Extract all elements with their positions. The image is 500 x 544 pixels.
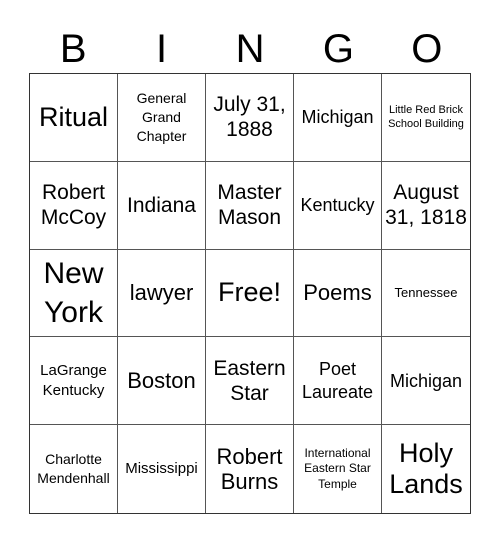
bingo-cell: lawyer bbox=[118, 249, 206, 338]
bingo-cell: Mississippi bbox=[118, 425, 206, 513]
bingo-cell: Robert McCoy bbox=[30, 161, 118, 250]
bingo-cell: Kentucky bbox=[294, 161, 382, 250]
bingo-cell: Poet Laureate bbox=[294, 337, 382, 426]
bingo-cell: Poems bbox=[294, 249, 382, 338]
bingo-cell: Michigan bbox=[294, 74, 382, 162]
bingo-cell: Indiana bbox=[118, 161, 206, 250]
header-letter-g: G bbox=[322, 27, 354, 71]
bingo-cell: Charlotte Mendenhall bbox=[30, 425, 118, 513]
bingo-cell: Tennessee bbox=[382, 250, 470, 338]
header-letter-n: N bbox=[235, 27, 265, 71]
free-space: Free! bbox=[206, 249, 294, 338]
bingo-cell: Little Red Brick School Building bbox=[382, 74, 470, 162]
bingo-cell: International Eastern Star Temple bbox=[294, 425, 382, 513]
bingo-cell: Boston bbox=[118, 337, 206, 426]
bingo-cell: July 31, 1888 bbox=[206, 74, 294, 162]
bingo-cell: Master Mason bbox=[206, 161, 294, 250]
bingo-cell: August 31, 1818 bbox=[382, 162, 470, 250]
bingo-header: B I N G O bbox=[29, 24, 471, 74]
header-letter-o: O bbox=[411, 27, 443, 71]
bingo-cell: Holy Lands bbox=[389, 438, 463, 500]
bingo-cell: General Grand Chapter bbox=[118, 74, 206, 162]
header-letter-i: I bbox=[156, 27, 168, 71]
bingo-grid: Ritual General Grand Chapter July 31, 18… bbox=[29, 73, 471, 514]
bingo-cell: New York bbox=[30, 249, 118, 338]
bingo-cell: Robert Burns bbox=[206, 425, 294, 513]
bingo-cell: Eastern Star bbox=[206, 337, 294, 426]
header-letter-b: B bbox=[59, 27, 87, 71]
bingo-cell: Michigan bbox=[382, 337, 470, 426]
bingo-cell: LaGrange Kentucky bbox=[30, 337, 118, 426]
bingo-cell: Ritual bbox=[30, 74, 118, 162]
